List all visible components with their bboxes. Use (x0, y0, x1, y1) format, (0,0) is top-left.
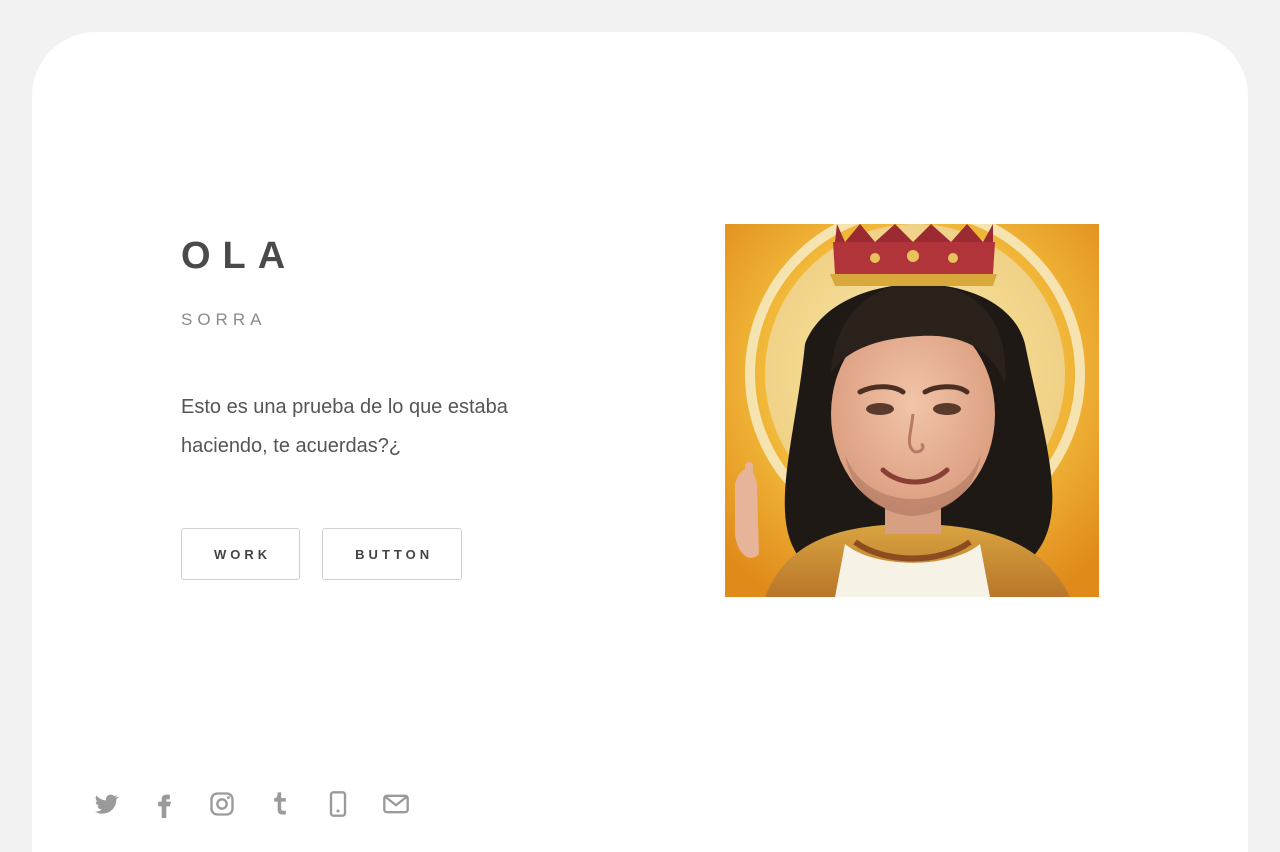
instagram-icon[interactable] (208, 790, 236, 818)
main-card: OLA SORRA Esto es una prueba de lo que e… (32, 32, 1248, 852)
secondary-button[interactable]: BUTTON (322, 528, 463, 580)
twitter-icon[interactable] (92, 790, 120, 818)
phone-icon[interactable] (324, 790, 352, 818)
page-subtitle: SORRA (181, 310, 267, 329)
action-buttons: WORK BUTTON (181, 528, 581, 580)
profile-portrait (725, 224, 1099, 597)
portrait-image (725, 224, 1099, 597)
social-links (92, 790, 410, 818)
work-button[interactable]: WORK (181, 528, 301, 580)
tumblr-icon[interactable] (266, 790, 294, 818)
intro-description: Esto es una prueba de lo que estaba haci… (181, 396, 508, 457)
page-title: OLA (181, 235, 298, 277)
facebook-icon[interactable] (150, 790, 178, 818)
email-icon[interactable] (382, 790, 410, 818)
intro-section: OLA SORRA Esto es una prueba de lo que e… (181, 232, 581, 580)
